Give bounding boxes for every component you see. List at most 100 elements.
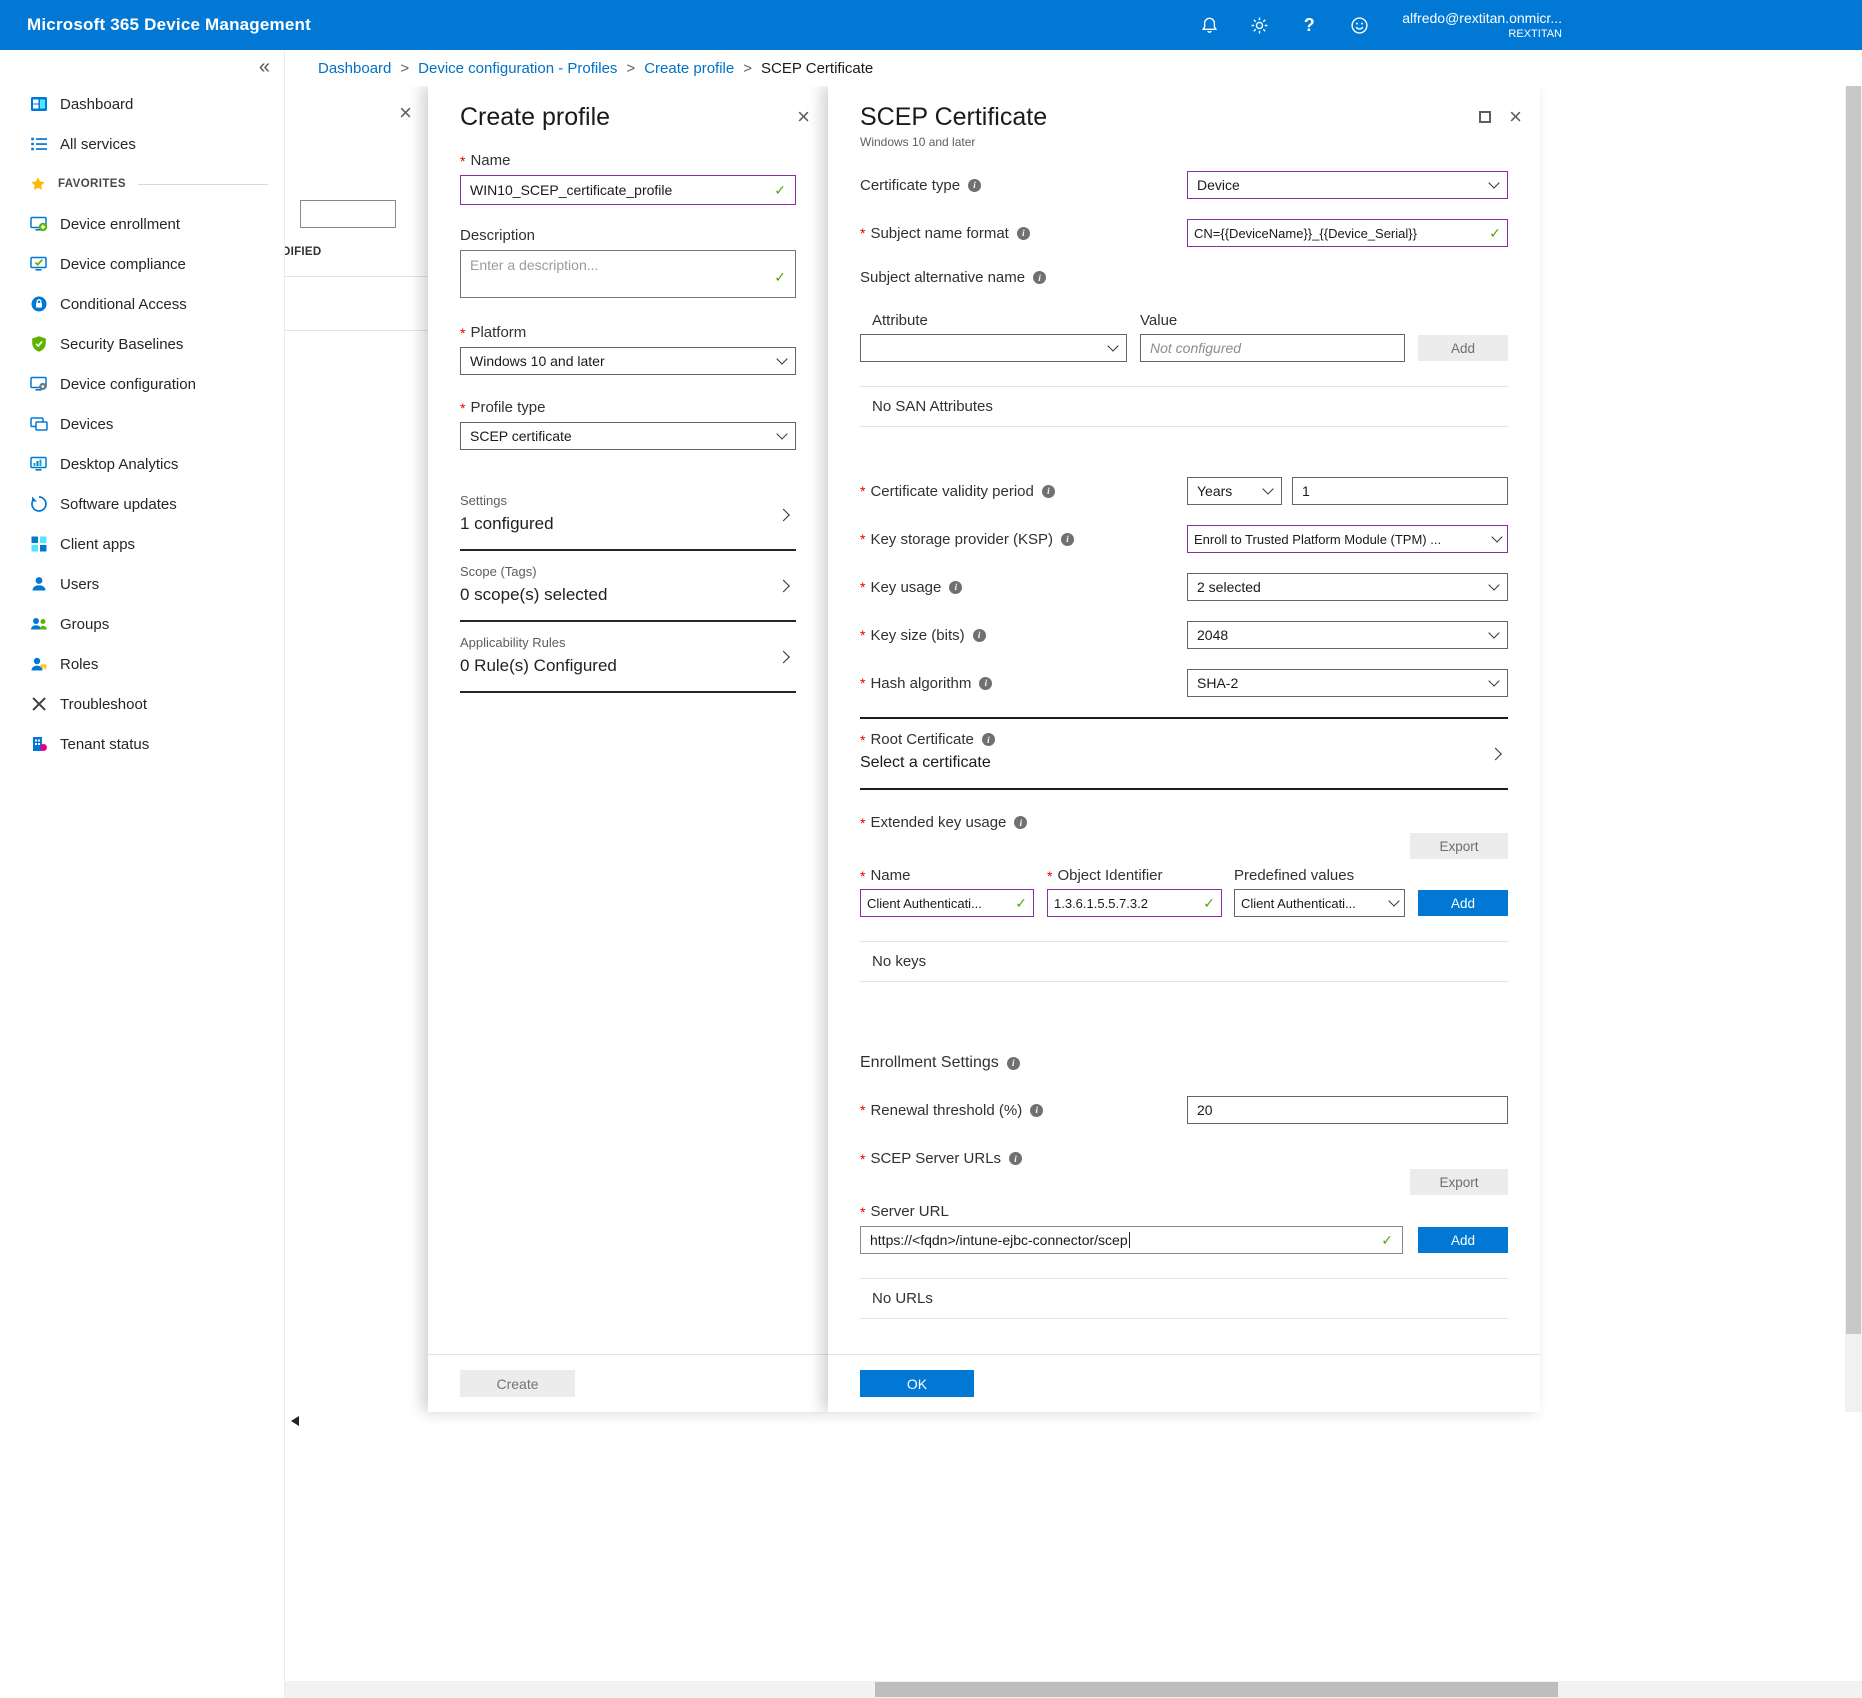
info-icon[interactable]: i [1014, 816, 1027, 829]
close-icon[interactable]: × [797, 106, 810, 128]
applicability-rules-row[interactable]: Applicability Rules 0 Rule(s) Configured [460, 622, 796, 693]
scope-tags-row[interactable]: Scope (Tags) 0 scope(s) selected [460, 551, 796, 622]
sidebar-item-device-compliance[interactable]: Device compliance [0, 244, 284, 284]
search-input-fragment[interactable] [300, 200, 396, 228]
sidebar-item-conditional-access[interactable]: Conditional Access [0, 284, 284, 324]
eku-name-input[interactable]: Client Authenticati... ✓ [860, 889, 1034, 917]
eku-oid-input[interactable]: 1.3.6.1.5.5.7.3.2 ✓ [1047, 889, 1222, 917]
tenant-status-icon [30, 735, 49, 754]
info-icon[interactable]: i [968, 179, 981, 192]
subject-name-format-input[interactable]: CN={{DeviceName}}_{{Device_Serial}} ✓ [1187, 219, 1508, 247]
applicability-row-label: Applicability Rules [460, 635, 796, 650]
help-glyph: ? [1304, 15, 1315, 36]
scep-subtitle: Windows 10 and later [860, 135, 1047, 149]
renewal-threshold-input[interactable]: 20 [1187, 1096, 1508, 1124]
info-icon[interactable]: i [1033, 271, 1046, 284]
info-icon[interactable]: i [982, 733, 995, 746]
validity-value-input[interactable]: 1 [1292, 477, 1508, 505]
description-input[interactable]: Enter a description... ✓ [460, 250, 796, 298]
horizontal-scrollbar-thumb[interactable] [875, 1682, 1558, 1697]
ksp-select[interactable]: Enroll to Trusted Platform Module (TPM) … [1187, 525, 1508, 553]
url-add-button[interactable]: Add [1418, 1227, 1508, 1253]
info-icon[interactable]: i [1030, 1104, 1043, 1117]
info-icon[interactable]: i [1017, 227, 1030, 240]
scroll-left-arrow-icon[interactable] [291, 1416, 299, 1426]
sidebar-item-security-baselines[interactable]: Security Baselines [0, 324, 284, 364]
profile-type-select[interactable]: SCEP certificate [460, 422, 796, 450]
server-url-input[interactable]: https://<fqdn>/intune-ejbc-connector/sce… [860, 1226, 1403, 1254]
sidebar-item-tenant-status[interactable]: Tenant status [0, 724, 284, 764]
sidebar-item-device-configuration[interactable]: Device configuration [0, 364, 284, 404]
sidebar-item-dashboard[interactable]: Dashboard [0, 84, 284, 124]
sidebar-item-all-services[interactable]: All services [0, 124, 284, 164]
troubleshoot-icon [30, 695, 49, 714]
eku-oid-value: 1.3.6.1.5.5.7.3.2 [1054, 896, 1148, 911]
sidebar-item-troubleshoot[interactable]: Troubleshoot [0, 684, 284, 724]
hash-algorithm-select[interactable]: SHA-2 [1187, 669, 1508, 697]
eku-predefined-select[interactable]: Client Authenticati... [1234, 889, 1405, 917]
create-button[interactable]: Create [460, 1370, 575, 1397]
eku-export-button[interactable]: Export [1410, 833, 1508, 859]
sidebar-item-device-enrollment[interactable]: Device enrollment [0, 204, 284, 244]
eku-add-button[interactable]: Add [1418, 890, 1508, 916]
key-usage-select[interactable]: 2 selected [1187, 573, 1508, 601]
validity-value: 1 [1302, 483, 1310, 499]
sidebar-collapse-button[interactable]: « [0, 50, 284, 84]
feedback-smiley-icon[interactable] [1334, 0, 1384, 50]
profiles-list-panel-partial: × DIFIED [285, 86, 428, 1412]
vertical-scrollbar-thumb[interactable] [1846, 86, 1861, 1334]
sidebar-item-users[interactable]: Users [0, 564, 284, 604]
san-value-input[interactable]: Not configured [1140, 334, 1405, 362]
devices-icon [30, 415, 49, 434]
info-icon[interactable]: i [973, 629, 986, 642]
urls-export-button[interactable]: Export [1410, 1169, 1508, 1195]
valid-check-icon: ✓ [1483, 225, 1501, 242]
key-size-select[interactable]: 2048 [1187, 621, 1508, 649]
sidebar-item-roles[interactable]: Roles [0, 644, 284, 684]
profile-name-input[interactable]: WIN10_SCEP_certificate_profile ✓ [460, 175, 796, 205]
sidebar-item-devices[interactable]: Devices [0, 404, 284, 444]
platform-select[interactable]: Windows 10 and later [460, 347, 796, 375]
sidebar-item-desktop-analytics[interactable]: Desktop Analytics [0, 444, 284, 484]
breadcrumb-separator: > [743, 60, 752, 77]
certificate-type-select[interactable]: Device [1187, 171, 1508, 199]
root-certificate-row[interactable]: * Root Certificate i Select a certificat… [860, 719, 1508, 790]
maximize-icon[interactable] [1479, 111, 1491, 123]
scep-title: SCEP Certificate [860, 102, 1047, 132]
validity-unit-select[interactable]: Years [1187, 477, 1282, 505]
sidebar-item-label: Tenant status [60, 736, 149, 753]
required-marker: * [860, 627, 865, 643]
breadcrumb-dashboard[interactable]: Dashboard [318, 60, 391, 77]
close-icon[interactable]: × [1509, 106, 1522, 128]
required-marker: * [460, 400, 465, 416]
help-icon[interactable]: ? [1284, 0, 1334, 50]
sidebar-item-label: Device configuration [60, 376, 196, 393]
vertical-scrollbar[interactable] [1845, 86, 1862, 1412]
info-icon[interactable]: i [1061, 533, 1074, 546]
create-profile-panel: Create profile × * Name WIN10_SCEP_certi… [428, 86, 828, 1412]
sidebar-item-client-apps[interactable]: Client apps [0, 524, 284, 564]
account-menu[interactable]: alfredo@rextitan.onmicr... REXTITAN [1402, 9, 1562, 41]
horizontal-scrollbar[interactable] [285, 1681, 1862, 1698]
breadcrumb-create-profile[interactable]: Create profile [644, 60, 734, 77]
sidebar-item-groups[interactable]: Groups [0, 604, 284, 644]
info-icon[interactable]: i [1009, 1152, 1022, 1165]
certificate-type-value: Device [1197, 177, 1240, 193]
required-marker: * [860, 531, 865, 547]
breadcrumb-profiles[interactable]: Device configuration - Profiles [418, 60, 617, 77]
close-icon[interactable]: × [399, 100, 412, 126]
validity-unit-value: Years [1197, 483, 1232, 499]
san-add-button[interactable]: Add [1418, 335, 1508, 361]
settings-gear-icon[interactable] [1234, 0, 1284, 50]
divider [285, 330, 428, 331]
info-icon[interactable]: i [979, 677, 992, 690]
sidebar-item-software-updates[interactable]: Software updates [0, 484, 284, 524]
notifications-bell-icon[interactable] [1184, 0, 1234, 50]
info-icon[interactable]: i [949, 581, 962, 594]
platform-label: * Platform [460, 324, 796, 341]
san-attribute-select[interactable] [860, 334, 1127, 362]
info-icon[interactable]: i [1007, 1057, 1020, 1070]
info-icon[interactable]: i [1042, 485, 1055, 498]
ok-button[interactable]: OK [860, 1370, 974, 1397]
settings-row[interactable]: Settings 1 configured [460, 480, 796, 551]
